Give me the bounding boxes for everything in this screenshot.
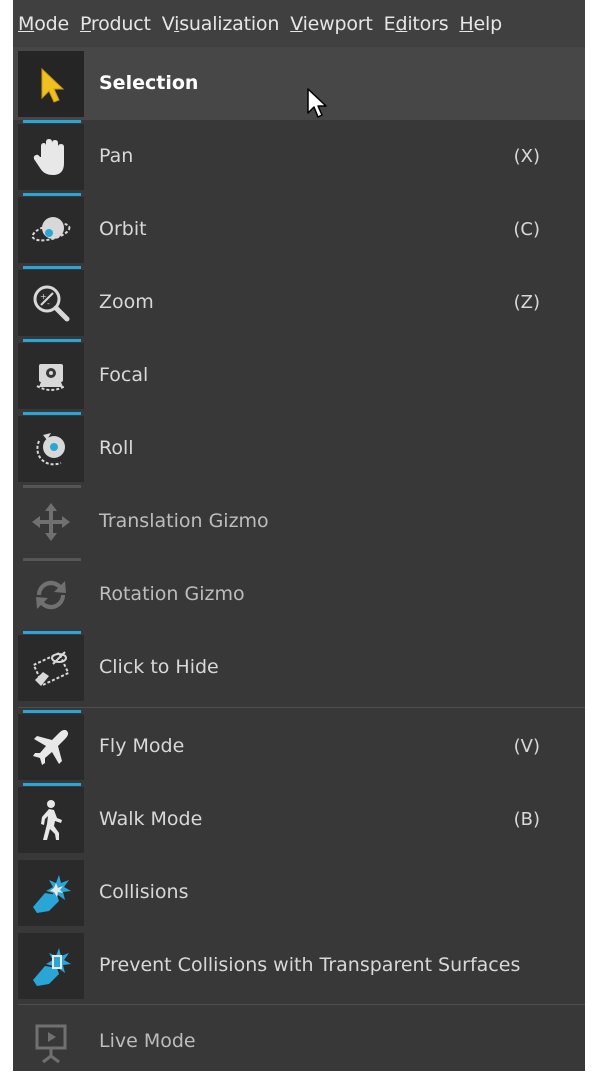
- menu-item-roll[interactable]: Roll: [13, 412, 585, 485]
- focal-icon: [18, 343, 84, 409]
- menu-bar: Mode Product Visualization Viewport Edit…: [13, 0, 585, 47]
- menu-separator: [18, 707, 585, 708]
- collision-icon: [18, 860, 84, 926]
- menu-viewport[interactable]: Viewport: [290, 13, 373, 35]
- walking-person-icon: [18, 787, 84, 853]
- checked-indicator: [23, 193, 81, 196]
- menu-item-rotation-gizmo[interactable]: Rotation Gizmo: [13, 558, 585, 631]
- menu-product[interactable]: Product: [80, 13, 151, 35]
- menu-item-live-mode[interactable]: Live Mode: [13, 1005, 585, 1078]
- menu-item-selection[interactable]: Selection: [13, 47, 585, 120]
- hand-icon: [18, 124, 84, 190]
- mouse-pointer-icon: [307, 88, 327, 118]
- menu-editors[interactable]: Editors: [384, 13, 449, 35]
- checked-indicator: [23, 339, 81, 342]
- shortcut-hint: (V): [513, 736, 540, 757]
- checked-indicator: [23, 710, 81, 713]
- menu-item-translation-gizmo[interactable]: Translation Gizmo: [13, 485, 585, 558]
- click-to-hide-icon: [18, 635, 84, 701]
- checked-indicator: [23, 120, 81, 123]
- menu-visualization[interactable]: Visualization: [162, 13, 280, 35]
- checked-indicator: [23, 631, 81, 634]
- airplane-icon: [18, 714, 84, 780]
- svg-text:-: -: [47, 299, 50, 308]
- shortcut-hint: (B): [513, 809, 540, 830]
- menu-item-collisions[interactable]: Collisions: [13, 856, 585, 929]
- menu-item-fly-mode[interactable]: Fly Mode (V): [13, 710, 585, 783]
- arrow-cursor-icon: [18, 51, 84, 117]
- menu-item-zoom[interactable]: + - Zoom (Z): [13, 266, 585, 339]
- checked-indicator: [23, 412, 81, 415]
- transparent-collision-icon: [18, 933, 84, 999]
- menu-item-orbit[interactable]: Orbit (C): [13, 193, 585, 266]
- translation-gizmo-icon: [18, 489, 84, 555]
- shortcut-hint: (Z): [513, 292, 540, 313]
- menu-help[interactable]: Help: [459, 13, 502, 35]
- shortcut-hint: (C): [513, 219, 540, 240]
- orbit-icon: [18, 197, 84, 263]
- menu-item-click-to-hide[interactable]: Click to Hide: [13, 631, 585, 704]
- rotation-gizmo-icon: [18, 562, 84, 628]
- roll-icon: [18, 416, 84, 482]
- presentation-screen-icon: [18, 1009, 84, 1075]
- application-window: Mode Product Visualization Viewport Edit…: [13, 0, 585, 1071]
- menu-item-prevent-collisions-transparent[interactable]: Prevent Collisions with Transparent Surf…: [13, 929, 585, 1002]
- divider-line: [23, 485, 81, 488]
- checked-indicator: [23, 266, 81, 269]
- checked-indicator: [23, 783, 81, 786]
- divider-line: [23, 558, 81, 561]
- svg-text:+: +: [40, 292, 47, 301]
- menu-mode[interactable]: Mode: [18, 13, 69, 35]
- zoom-icon: + -: [18, 270, 84, 336]
- shortcut-hint: (X): [513, 146, 540, 167]
- menu-item-focal[interactable]: Focal: [13, 339, 585, 412]
- menu-item-walk-mode[interactable]: Walk Mode (B): [13, 783, 585, 856]
- menu-item-pan[interactable]: Pan (X): [13, 120, 585, 193]
